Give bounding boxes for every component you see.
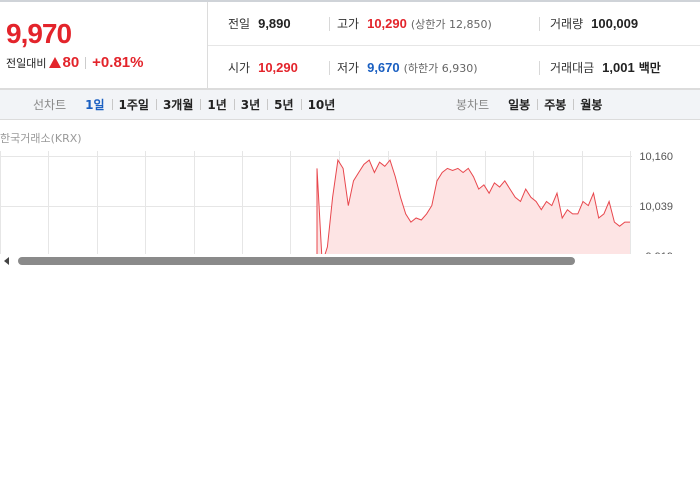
change-value: 80 bbox=[62, 54, 80, 71]
low-label: 저가 bbox=[337, 61, 360, 75]
lower-limit: (하한가 6,930) bbox=[403, 61, 478, 75]
chart-svg: 10,16010,0399,919 bbox=[0, 151, 673, 254]
open-value: 10,290 bbox=[258, 60, 298, 75]
tab-3y[interactable]: 3년 bbox=[233, 96, 267, 113]
candle-chart-label: 봉차트 bbox=[456, 98, 490, 112]
high-cell: 고가 10,290 (상한가 12,850) bbox=[337, 2, 492, 45]
open-cell: 시가 10,290 bbox=[228, 46, 298, 89]
chart-scrollbar[interactable] bbox=[0, 254, 700, 268]
open-label: 시가 bbox=[228, 61, 251, 75]
y-tick-label: 10,039 bbox=[639, 201, 673, 213]
divider bbox=[539, 17, 540, 31]
prev-close-label: 전일 bbox=[228, 17, 251, 31]
tab-3m[interactable]: 3개월 bbox=[155, 96, 200, 113]
tab-1d[interactable]: 1일 bbox=[78, 96, 111, 113]
upper-limit: (상한가 12,850) bbox=[410, 17, 492, 31]
trade-value-value: 1,001 bbox=[602, 60, 635, 75]
line-chart-label: 선차트 bbox=[33, 98, 67, 112]
trade-value-label: 거래대금 bbox=[550, 61, 595, 75]
high-value: 10,290 bbox=[367, 16, 407, 31]
scroll-thumb[interactable] bbox=[18, 257, 575, 265]
trade-value-unit: 백만 bbox=[638, 61, 661, 75]
change-row: 전일대비 80 +0.81% bbox=[6, 54, 143, 71]
price-chart: 10,16010,0399,919 bbox=[0, 151, 700, 254]
low-value: 9,670 bbox=[367, 60, 400, 75]
tab-daily-candle[interactable]: 일봉 bbox=[501, 96, 537, 113]
y-tick-label: 10,160 bbox=[639, 151, 673, 163]
high-label: 고가 bbox=[337, 17, 360, 31]
candle-chart-tabs: 봉차트 일봉 주봉 월봉 bbox=[456, 90, 609, 119]
current-price: 9,970 bbox=[6, 18, 72, 49]
divider bbox=[329, 61, 330, 75]
prev-close-cell: 전일 9,890 bbox=[228, 2, 291, 45]
divider bbox=[85, 56, 87, 69]
volume-value: 100,009 bbox=[591, 16, 639, 31]
tab-10y[interactable]: 10년 bbox=[300, 96, 343, 113]
prev-close-value: 9,890 bbox=[258, 16, 291, 31]
period-tab-bar: 선차트 1일 1주일 3개월 1년 3년 5년 10년 봉차트 일봉 주봉 월봉 bbox=[0, 89, 700, 120]
tab-1w[interactable]: 1주일 bbox=[111, 96, 156, 113]
tab-5y[interactable]: 5년 bbox=[267, 96, 300, 113]
low-cell: 저가 9,670 (하한가 6,930) bbox=[337, 46, 478, 89]
quote-stats: 전일 9,890 고가 10,290 (상한가 12,850) 거래량 100,… bbox=[208, 2, 700, 89]
tab-1y[interactable]: 1년 bbox=[200, 96, 233, 113]
trade-value-cell: 거래대금 1,001 백만 bbox=[550, 46, 661, 89]
line-chart-tabs: 선차트 1일 1주일 3개월 1년 3년 5년 10년 bbox=[33, 90, 342, 119]
scroll-left-icon[interactable] bbox=[4, 257, 9, 265]
change-percent: +0.81% bbox=[92, 54, 144, 71]
price-box: 9,970 전일대비 80 +0.81% bbox=[0, 2, 208, 89]
volume-label: 거래량 bbox=[550, 17, 584, 31]
volume-cell: 거래량 100,009 bbox=[550, 2, 638, 45]
up-arrow-icon bbox=[49, 57, 62, 68]
price-area bbox=[317, 160, 630, 254]
divider bbox=[539, 61, 540, 75]
exchange-label: 한국거래소(KRX) bbox=[0, 132, 82, 145]
divider bbox=[329, 17, 330, 31]
tab-monthly-candle[interactable]: 월봉 bbox=[573, 96, 609, 113]
tab-weekly-candle[interactable]: 주봉 bbox=[537, 96, 573, 113]
change-label: 전일대비 bbox=[6, 56, 47, 70]
quote-panel: 9,970 전일대비 80 +0.81% 전일 9,890 고가 10,290 … bbox=[0, 2, 700, 89]
